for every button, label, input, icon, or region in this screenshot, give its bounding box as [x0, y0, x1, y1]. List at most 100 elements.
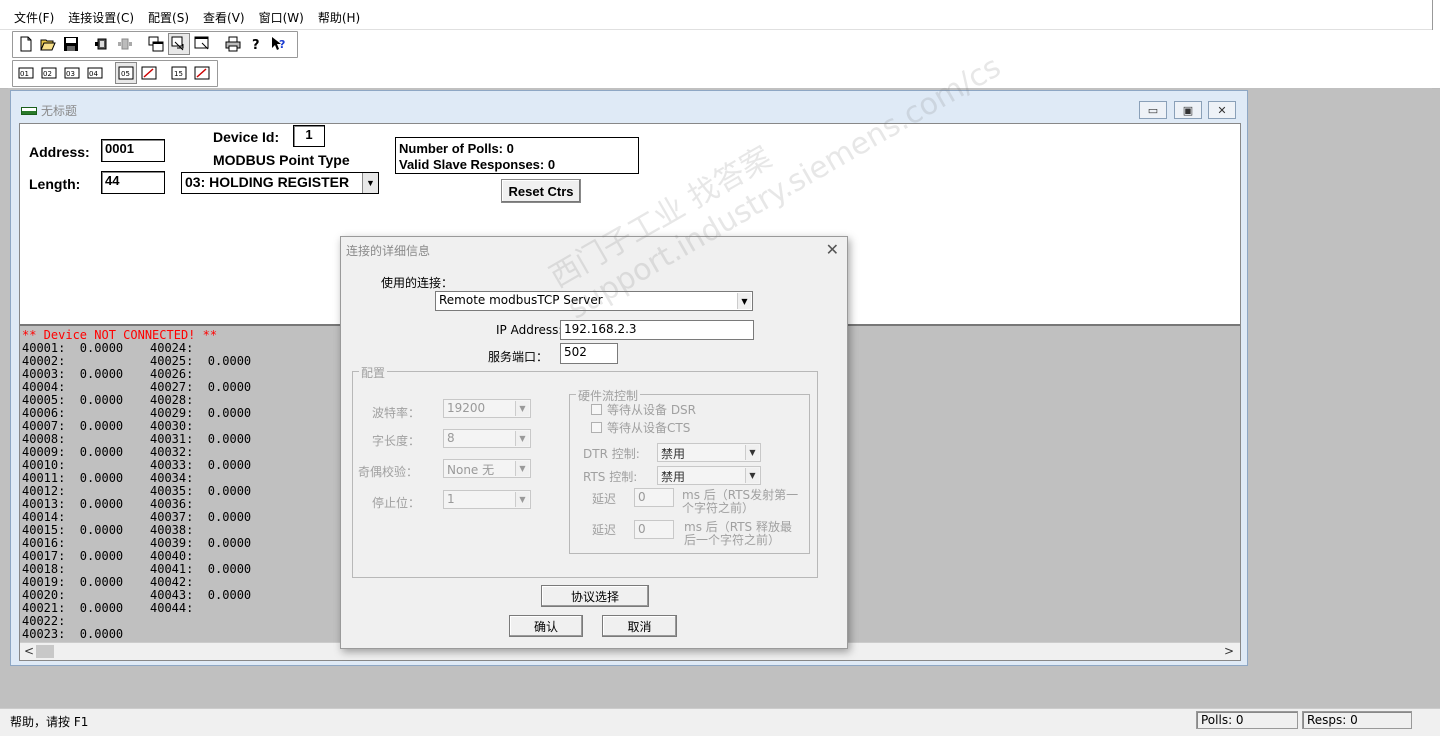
- svg-text:04: 04: [89, 70, 98, 78]
- open-folder-icon[interactable]: [37, 33, 59, 55]
- ip-address-field[interactable]: 192.168.2.3: [560, 320, 754, 340]
- poll-counters: Number of Polls: 0 Valid Slave Responses…: [395, 137, 639, 174]
- context-help-icon[interactable]: ?: [268, 33, 290, 55]
- menu-item-5[interactable]: 帮助(H): [318, 9, 360, 26]
- word-length-label: 字长度：: [372, 434, 421, 448]
- point-type-label: MODBUS Point Type: [213, 152, 350, 168]
- device-id-field[interactable]: 1: [293, 125, 325, 147]
- chevron-down-icon[interactable]: ▼: [362, 173, 378, 193]
- cancel-button[interactable]: 取消: [602, 615, 677, 637]
- new-file-icon[interactable]: [15, 33, 37, 55]
- print-icon[interactable]: [222, 33, 244, 55]
- address-field[interactable]: 0001: [101, 139, 165, 162]
- register-row[interactable]: 40044:: [150, 602, 193, 615]
- menu-item-4[interactable]: 窗口(W): [259, 9, 304, 26]
- connection-details-dialog: 连接的详细信息 ✕ 使用的连接： Remote modbusTCP Server…: [340, 236, 848, 649]
- window-arrange-icon[interactable]: [191, 33, 213, 55]
- coil-01-icon[interactable]: 01: [15, 62, 37, 84]
- scroll-thumb[interactable]: [36, 645, 54, 658]
- save-icon[interactable]: [60, 33, 82, 55]
- chevron-down-icon[interactable]: ▼: [745, 468, 759, 483]
- disconnect-icon[interactable]: [114, 33, 136, 55]
- chevron-down-icon[interactable]: ▼: [515, 431, 529, 446]
- delay-note-2: ms 后（RTS 释放最后一个字符之前）: [684, 520, 792, 547]
- length-field[interactable]: 44: [101, 171, 165, 194]
- window-cascade-icon[interactable]: [168, 33, 190, 55]
- device-id-label: Device Id:: [213, 129, 280, 145]
- window-tile-icon[interactable]: [145, 33, 167, 55]
- wait-dsr-label: 等待从设备 DSR: [607, 403, 697, 417]
- rts-control-value: 禁用: [661, 470, 686, 484]
- address-label: Address:: [29, 144, 90, 160]
- menu-item-3[interactable]: 查看(V): [203, 9, 245, 26]
- svg-text:15: 15: [174, 70, 183, 78]
- delay-label-1: 延迟: [592, 492, 617, 506]
- menu-item-0[interactable]: 文件(F): [14, 9, 54, 26]
- reset-counters-button[interactable]: Reset Ctrs: [501, 179, 581, 203]
- function-05-icon[interactable]: 05: [115, 62, 137, 84]
- word-length-select[interactable]: 8 ▼: [443, 429, 531, 448]
- minimize-button[interactable]: ▭: [1139, 101, 1167, 119]
- delay-note-1: ms 后（RTS发射第一个字符之前）: [682, 488, 799, 515]
- scroll-left-icon[interactable]: <: [24, 644, 34, 658]
- polls-count: Number of Polls: 0: [399, 141, 514, 156]
- connection-label: 使用的连接：: [381, 276, 454, 290]
- chevron-down-icon[interactable]: ▼: [515, 461, 529, 476]
- delay-field-2[interactable]: 0: [634, 520, 674, 539]
- stop-bits-select[interactable]: 1 ▼: [443, 490, 531, 509]
- wait-cts-label: 等待从设备CTS: [607, 421, 691, 435]
- stop-bits-label: 停止位：: [372, 496, 421, 510]
- ok-button[interactable]: 确认: [509, 615, 583, 637]
- window-title: 无标题: [41, 104, 78, 118]
- register-row[interactable]: 40023: 0.0000: [22, 628, 123, 641]
- status-resps: Resps: 0: [1302, 711, 1412, 729]
- rts-control-label: RTS 控制:: [583, 470, 638, 484]
- svg-text:?: ?: [252, 38, 260, 52]
- stop-bits-value: 1: [447, 492, 455, 506]
- menu-item-1[interactable]: 连接设置(C): [68, 9, 134, 26]
- point-type-select[interactable]: 03: HOLDING REGISTER ▼: [181, 172, 379, 194]
- valid-responses-count: Valid Slave Responses: 0: [399, 157, 556, 172]
- parity-select[interactable]: None 无 ▼: [443, 459, 531, 478]
- function-toolbar: 01 02 03 04 05 15: [0, 59, 1440, 89]
- baud-rate-select[interactable]: 19200 ▼: [443, 399, 531, 418]
- parity-label: 奇偶校验：: [358, 465, 419, 479]
- dtr-control-select[interactable]: 禁用 ▼: [657, 443, 761, 462]
- input-02-icon[interactable]: 02: [38, 62, 60, 84]
- wait-dsr-checkbox[interactable]: [591, 404, 602, 415]
- register-04-icon[interactable]: 04: [84, 62, 106, 84]
- parity-value: None 无: [447, 463, 495, 477]
- scroll-right-icon[interactable]: >: [1224, 644, 1234, 658]
- input-03-icon[interactable]: 03: [61, 62, 83, 84]
- dtr-control-label: DTR 控制:: [583, 447, 640, 461]
- window-caption: 无标题 ▭ ▣ ✕: [11, 91, 1247, 121]
- svg-text:02: 02: [43, 70, 52, 78]
- delay-label-2: 延迟: [592, 523, 617, 537]
- status-bar: 帮助，请按 F1 Polls: 0 Resps: 0: [0, 708, 1440, 736]
- function-06-icon[interactable]: [138, 62, 160, 84]
- close-icon[interactable]: ✕: [826, 240, 839, 259]
- connect-icon[interactable]: [91, 33, 113, 55]
- help-icon[interactable]: ?: [245, 33, 267, 55]
- rts-control-select[interactable]: 禁用 ▼: [657, 466, 761, 485]
- restore-button[interactable]: ▣: [1174, 101, 1202, 119]
- menu-item-2[interactable]: 配置(S): [148, 9, 189, 26]
- delay-field-1[interactable]: 0: [634, 488, 674, 507]
- chevron-down-icon[interactable]: ▼: [515, 492, 529, 507]
- chevron-down-icon[interactable]: ▼: [515, 401, 529, 416]
- svg-text:03: 03: [66, 70, 75, 78]
- svg-text:01: 01: [20, 70, 29, 78]
- wait-cts-checkbox[interactable]: [591, 422, 602, 433]
- connection-select[interactable]: Remote modbusTCP Server ▼: [435, 291, 753, 311]
- function-16-icon[interactable]: [191, 62, 213, 84]
- app-icon: [21, 107, 37, 115]
- service-port-field[interactable]: 502: [560, 343, 618, 364]
- svg-text:?: ?: [279, 38, 285, 51]
- protocol-select-button[interactable]: 协议选择: [541, 585, 649, 607]
- service-port-label: 服务端口：: [488, 350, 549, 364]
- chevron-down-icon[interactable]: ▼: [745, 445, 759, 460]
- status-help-text: 帮助，请按 F1: [10, 715, 89, 729]
- function-15-icon[interactable]: 15: [168, 62, 190, 84]
- chevron-down-icon[interactable]: ▼: [737, 293, 751, 309]
- close-button[interactable]: ✕: [1208, 101, 1236, 119]
